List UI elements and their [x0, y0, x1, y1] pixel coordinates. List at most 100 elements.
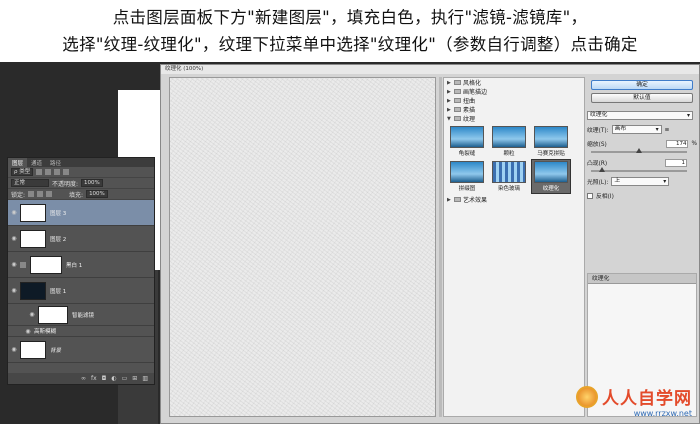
relief-slider[interactable] — [591, 167, 687, 172]
site-watermark: 人人自学网 www.rrzxw.net — [576, 384, 692, 418]
splitter[interactable] — [439, 77, 442, 417]
smart-filter-row[interactable]: ◉ 智能滤镜 — [8, 304, 154, 326]
eye-icon[interactable]: ◉ — [26, 311, 38, 318]
layer-name: 黑白 1 — [66, 262, 83, 269]
lock-pixels-icon[interactable] — [28, 191, 35, 197]
shape-filter-icon[interactable] — [63, 169, 70, 175]
eye-icon[interactable]: ◉ — [8, 261, 20, 268]
slider-knob[interactable] — [599, 167, 605, 172]
gaussian-blur-row[interactable]: ◉ 高斯模糊 — [8, 326, 154, 337]
filter-thumbnail — [534, 161, 568, 183]
blend-mode-select[interactable]: 正常 — [11, 179, 49, 187]
layer-row-2[interactable]: ◉ 图层 2 — [8, 226, 154, 252]
blend-row: 正常 不透明度: 100% — [8, 178, 154, 189]
eye-icon[interactable]: ◉ — [8, 209, 20, 216]
adjustment-layer-icon — [20, 261, 26, 268]
layers-panel: 图层 通道 路径 ρ 类型 正常 不透明度: 100% 锁定: 填充: 100%… — [7, 157, 155, 385]
filter-thumbnail — [492, 126, 526, 148]
tab-paths[interactable]: 路径 — [46, 158, 65, 167]
layer-thumbnail — [20, 229, 46, 248]
caption-line-1: 点击图层面板下方"新建图层"，填充白色，执行"滤镜-滤镜库"， — [112, 8, 588, 27]
layer-row-3[interactable]: ◉ 图层 3 — [8, 200, 154, 226]
filter-thumbnail — [534, 126, 568, 148]
filter-label: 纹理化 — [542, 186, 560, 192]
link-icon[interactable]: ∞ — [81, 375, 86, 382]
lock-position-icon[interactable] — [37, 191, 44, 197]
category-brush-strokes[interactable]: ▶ 画笔描边 — [444, 87, 584, 97]
layers-footer: ∞ fx ◘ ◐ ▭ ⊞ ▥ — [8, 373, 154, 384]
layer-name: 智能滤镜 — [72, 312, 95, 319]
light-select[interactable]: 上 — [611, 177, 670, 186]
photoshop-workspace: 图层 通道 路径 ρ 类型 正常 不透明度: 100% 锁定: 填充: 100%… — [0, 62, 700, 424]
category-sketch[interactable]: ▶ 素描 — [444, 105, 584, 115]
filter-thumbnail — [492, 161, 526, 183]
eye-icon[interactable]: ◉ — [8, 287, 20, 294]
adjustment-filter-icon[interactable] — [45, 169, 52, 175]
category-artistic[interactable]: ▶ 艺术效果 — [444, 195, 584, 205]
filter-grain[interactable]: 颗粒 — [490, 125, 528, 158]
layer-name: 背景 — [50, 347, 62, 354]
invert-label: 反相(I) — [596, 194, 614, 200]
layer-name: 图层 1 — [50, 288, 67, 295]
category-distort[interactable]: ▶ 扭曲 — [444, 96, 584, 106]
eye-icon[interactable]: ◉ — [22, 328, 34, 335]
opacity-input[interactable]: 100% — [81, 179, 103, 187]
tab-layers[interactable]: 图层 — [8, 158, 28, 167]
adjustment-icon[interactable]: ◐ — [111, 375, 116, 382]
filter-label: 马赛克拼贴 — [537, 151, 565, 157]
category-texture[interactable]: ▼ 纹理 — [444, 114, 584, 124]
texture-menu-icon[interactable]: ≡ — [665, 127, 670, 133]
filter-mosaic-tiles[interactable]: 马赛克拼贴 — [532, 125, 570, 158]
eye-icon[interactable]: ◉ — [8, 235, 20, 242]
mask-icon[interactable]: ◘ — [102, 375, 107, 382]
eye-icon[interactable]: ◉ — [8, 346, 20, 353]
filter-texturizer[interactable]: 纹理化 — [531, 159, 571, 194]
fill-input[interactable]: 100% — [86, 190, 108, 198]
filter-stained-glass[interactable]: 染色玻璃 — [490, 160, 528, 193]
layer-thumbnail — [20, 281, 46, 300]
filter-gallery-dialog: 纹理化 (100%) ▶ 风格化 ▶ 画笔描边 ▶ 扭曲 ▶ 素描 ▼ 纹理 龟裂缝 颗粒… — [160, 64, 700, 424]
layer-row-bw[interactable]: ◉ 黑白 1 — [8, 252, 154, 278]
group-icon[interactable]: ▭ — [122, 375, 128, 382]
filter-select[interactable]: 纹理化 — [587, 111, 693, 120]
layer-filter-row: ρ 类型 — [8, 167, 154, 178]
relief-input[interactable]: 1 — [665, 158, 687, 167]
fill-label: 填充: — [69, 191, 84, 199]
fx-icon[interactable]: fx — [91, 375, 97, 382]
category-stylize[interactable]: ▶ 风格化 — [444, 78, 584, 88]
invert-checkbox[interactable] — [587, 192, 593, 199]
pixel-filter-icon[interactable] — [36, 169, 43, 175]
tab-channels[interactable]: 通道 — [27, 158, 46, 167]
slider-knob[interactable] — [636, 148, 642, 153]
texture-filter-grid: 龟裂缝 颗粒 马赛克拼贴 拼缀图 染色玻璃 纹理化 — [444, 123, 584, 195]
trash-icon[interactable]: ▥ — [142, 375, 148, 382]
layer-row-1[interactable]: ◉ 图层 1 — [8, 278, 154, 304]
filter-settings: 确定 默认值 纹理化 纹理(T): 画布 ≡ 缩放(S) 174 % 凸现(R)… — [587, 77, 697, 417]
lock-all-icon[interactable] — [46, 191, 53, 197]
ok-button[interactable]: 确定 — [591, 80, 693, 90]
filter-patchwork[interactable]: 拼缀图 — [448, 160, 486, 193]
type-filter-icon[interactable] — [54, 169, 61, 175]
layer-row-background[interactable]: ◉ 背景 — [8, 337, 154, 363]
scaling-input[interactable]: 174 — [666, 139, 689, 148]
default-button[interactable]: 默认值 — [591, 93, 693, 103]
folder-icon — [454, 197, 461, 202]
folder-icon — [454, 98, 461, 103]
site-logo-icon — [576, 386, 598, 408]
folder-icon — [454, 89, 461, 94]
layer-thumbnail — [20, 340, 46, 359]
folder-open-icon — [454, 116, 461, 121]
scaling-slider[interactable] — [591, 148, 687, 153]
texture-select[interactable]: 画布 — [611, 125, 662, 134]
category-label: 风格化 — [463, 80, 482, 87]
effect-layer-item[interactable]: 纹理化 — [588, 274, 696, 284]
light-control: 光照(L): 上 — [587, 177, 697, 186]
scaling-unit: % — [691, 140, 697, 147]
relief-label: 凸现(R) — [587, 161, 608, 167]
filter-preview[interactable] — [169, 77, 436, 417]
light-label: 光照(L): — [587, 180, 609, 186]
layer-kind-filter[interactable]: ρ 类型 — [11, 168, 34, 176]
watermark-brand: 人人自学网 — [602, 389, 692, 409]
new-layer-icon[interactable]: ⊞ — [132, 375, 137, 382]
filter-craquelure[interactable]: 龟裂缝 — [448, 125, 486, 158]
